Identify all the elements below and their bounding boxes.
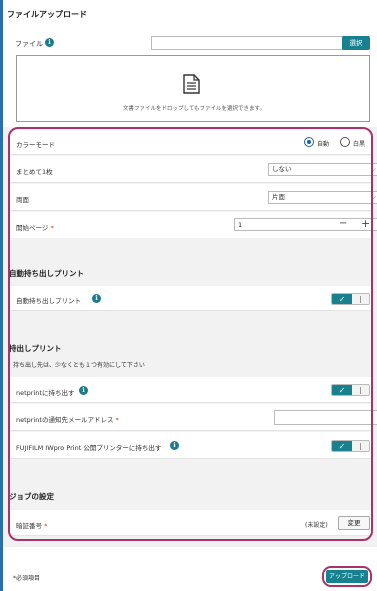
info-icon[interactable]: i [45,38,54,47]
document-icon [183,74,200,94]
file-label: ファイル [15,40,43,48]
file-drop-zone[interactable]: 文書ファイルをドロップしてもファイルを選択できます。 [16,55,370,122]
upload-page: ファイルアップロード ファイル i 選択 文書ファイルをドロップしてもファイルを… [0,0,377,591]
required-note: *必須項目 [13,575,41,582]
upload-highlight-frame: アップロード [322,566,372,587]
select-file-button[interactable]: 選択 [342,36,370,50]
file-path-input[interactable] [151,36,357,50]
page-title: ファイルアップロード [7,10,87,19]
settings-highlight-frame [8,127,373,541]
drop-hint-text: 文書ファイルをドロップしてもファイルを選択できます。 [122,106,265,112]
file-row: ファイル i 選択 [15,36,370,52]
upload-button[interactable]: アップロード [326,570,368,583]
